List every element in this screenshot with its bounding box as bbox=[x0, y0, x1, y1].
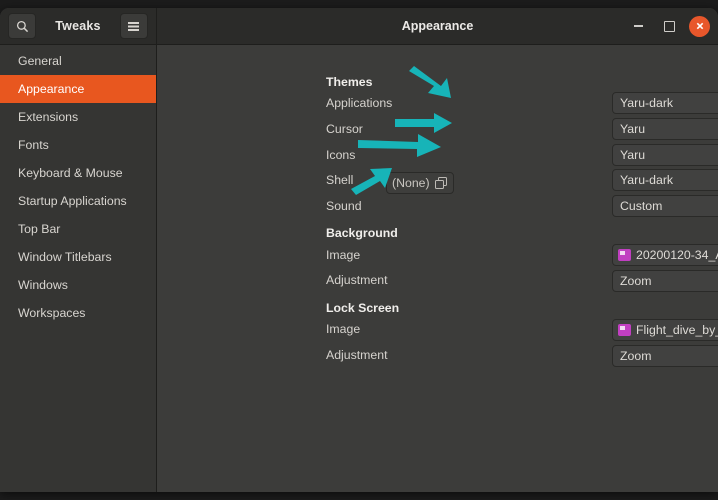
label-sound: Sound bbox=[326, 199, 362, 213]
label-icons: Icons bbox=[326, 148, 355, 162]
minimize-button[interactable] bbox=[627, 15, 649, 37]
content-pane: Themes Applications Yaru-dark Cursor Yar… bbox=[157, 45, 718, 492]
icons-theme-combo[interactable]: Yaru bbox=[612, 144, 718, 166]
background-adjustment-combo[interactable]: Zoom bbox=[612, 270, 718, 292]
sidebar-item-window-titlebars[interactable]: Window Titlebars bbox=[0, 243, 156, 271]
cursor-theme-combo[interactable]: Yaru bbox=[612, 118, 718, 140]
close-icon bbox=[695, 21, 705, 31]
search-button[interactable] bbox=[8, 13, 36, 39]
lockscreen-image-button[interactable]: Flight_dive_by_Nicolas_Silva.png bbox=[612, 319, 718, 341]
tweaks-window: Tweaks Appearance bbox=[0, 8, 718, 492]
window-headerbar: Tweaks Appearance bbox=[0, 8, 718, 45]
sidebar-item-windows[interactable]: Windows bbox=[0, 271, 156, 299]
applications-theme-combo[interactable]: Yaru-dark bbox=[612, 92, 718, 114]
search-icon bbox=[16, 20, 29, 33]
sidebar-item-fonts[interactable]: Fonts bbox=[0, 131, 156, 159]
label-cursor: Cursor bbox=[326, 122, 363, 136]
label-applications: Applications bbox=[326, 96, 392, 110]
sound-theme-value: Custom bbox=[620, 199, 718, 213]
icons-theme-value: Yaru bbox=[620, 148, 718, 162]
image-file-icon bbox=[618, 324, 631, 336]
hamburger-menu-icon bbox=[127, 21, 140, 32]
maximize-button[interactable] bbox=[658, 15, 680, 37]
lockscreen-adjustment-combo[interactable]: Zoom bbox=[612, 345, 718, 367]
shell-theme-none-label: (None) bbox=[392, 176, 430, 190]
shell-theme-combo[interactable]: Yaru-dark bbox=[612, 169, 718, 191]
section-heading-background: Background bbox=[326, 226, 398, 240]
app-name: Tweaks bbox=[55, 19, 100, 33]
section-heading-themes: Themes bbox=[326, 75, 372, 89]
sidebar-item-keyboard-mouse[interactable]: Keyboard & Mouse bbox=[0, 159, 156, 187]
applications-theme-value: Yaru-dark bbox=[620, 96, 718, 110]
sound-theme-combo[interactable]: Custom bbox=[612, 195, 718, 217]
shell-theme-value: Yaru-dark bbox=[620, 173, 718, 187]
section-heading-lock-screen: Lock Screen bbox=[326, 301, 399, 315]
label-background-image: Image bbox=[326, 248, 360, 262]
background-adjustment-value: Zoom bbox=[620, 274, 718, 288]
lockscreen-adjustment-value: Zoom bbox=[620, 349, 718, 363]
sidebar-item-top-bar[interactable]: Top Bar bbox=[0, 215, 156, 243]
close-button[interactable] bbox=[689, 16, 710, 37]
window-body: General Appearance Extensions Fonts Keyb… bbox=[0, 45, 718, 492]
image-file-icon bbox=[618, 249, 631, 261]
menu-button[interactable] bbox=[120, 13, 148, 39]
label-shell: Shell bbox=[326, 173, 353, 187]
sidebar-item-startup-applications[interactable]: Startup Applications bbox=[0, 187, 156, 215]
sidebar-item-workspaces[interactable]: Workspaces bbox=[0, 299, 156, 327]
window-controls bbox=[627, 15, 710, 37]
headerbar-right: Appearance bbox=[157, 8, 718, 44]
lockscreen-image-value: Flight_dive_by_Nicolas_Silva.png bbox=[636, 323, 718, 337]
label-background-adjustment: Adjustment bbox=[326, 273, 388, 287]
sidebar: General Appearance Extensions Fonts Keyb… bbox=[0, 45, 157, 492]
label-lockscreen-image: Image bbox=[326, 322, 360, 336]
sidebar-item-general[interactable]: General bbox=[0, 47, 156, 75]
headerbar-left: Tweaks bbox=[0, 8, 157, 44]
cursor-theme-value: Yaru bbox=[620, 122, 718, 136]
sidebar-item-extensions[interactable]: Extensions bbox=[0, 103, 156, 131]
shell-theme-none-button[interactable]: (None) bbox=[386, 172, 454, 194]
label-lockscreen-adjustment: Adjustment bbox=[326, 348, 388, 362]
sidebar-item-appearance[interactable]: Appearance bbox=[0, 75, 156, 103]
background-image-value: 20200120-34_Abstract_background.jpg bbox=[636, 248, 718, 262]
background-image-button[interactable]: 20200120-34_Abstract_background.jpg bbox=[612, 244, 718, 266]
open-file-chooser-icon[interactable] bbox=[435, 177, 448, 190]
